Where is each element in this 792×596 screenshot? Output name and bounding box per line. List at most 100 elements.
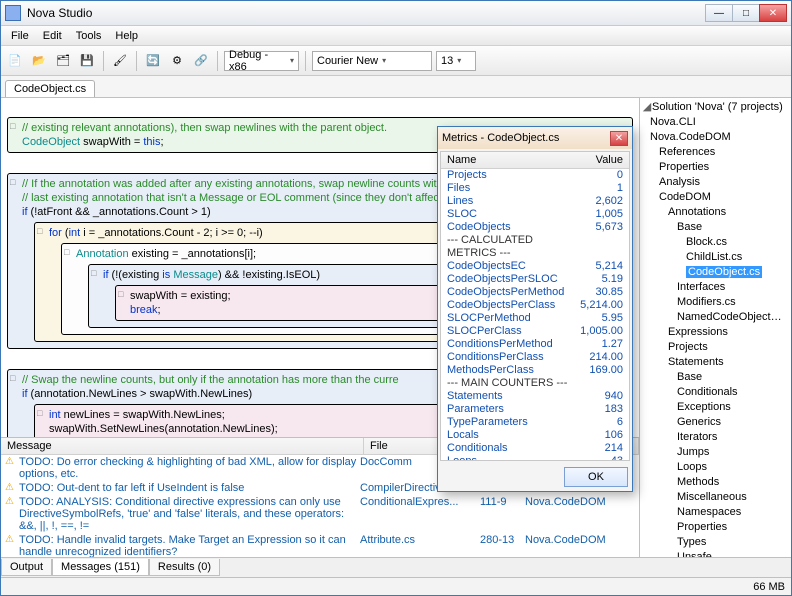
tree-item[interactable]: Properties	[642, 160, 789, 175]
tree-item[interactable]: References	[642, 145, 789, 160]
warning-icon: ⚠	[5, 496, 19, 507]
separator	[103, 51, 104, 71]
metric-row: SLOC1,005	[441, 208, 629, 221]
metric-row: --- CALCULATED METRICS ---	[441, 234, 629, 260]
metric-row: ConditionsPerClass214.00	[441, 351, 629, 364]
separator	[217, 51, 218, 71]
tab-output[interactable]: Output	[1, 559, 52, 576]
tree-item[interactable]: Block.cs	[642, 235, 789, 250]
gear-icon[interactable]: ⚙	[167, 51, 187, 71]
statusbar: 66 MB	[1, 577, 791, 595]
metric-row: Lines2,602	[441, 195, 629, 208]
metric-row: Parameters183	[441, 403, 629, 416]
close-button[interactable]: ✕	[759, 4, 787, 22]
folder-icon[interactable]: 🗂	[53, 51, 73, 71]
metric-row: MethodsPerClass169.00	[441, 364, 629, 377]
menu-edit[interactable]: Edit	[37, 28, 68, 44]
metric-row: SLOCPerClass1,005.00	[441, 325, 629, 338]
metric-row: Projects0	[441, 169, 629, 182]
metric-row: Statements940	[441, 390, 629, 403]
metric-row: Loops43	[441, 455, 629, 461]
message-row[interactable]: ⚠TODO: Handle invalid targets. Make Targ…	[1, 533, 639, 557]
tree-item[interactable]: Analysis	[642, 175, 789, 190]
metric-row: ConditionsPerMethod1.27	[441, 338, 629, 351]
new-icon[interactable]: 📄	[5, 51, 25, 71]
tree-item[interactable]: CodeDOM	[642, 190, 789, 205]
save-icon[interactable]: 💾	[77, 51, 97, 71]
metric-row: CodeObjectsPerClass5,214.00	[441, 299, 629, 312]
titlebar: Nova Studio — □ ✕	[1, 1, 791, 26]
tab-results[interactable]: Results (0)	[149, 559, 220, 576]
maximize-button[interactable]: □	[732, 4, 760, 22]
font-combo[interactable]: Courier New▾	[312, 51, 432, 71]
dialog-close-button[interactable]: ✕	[610, 131, 628, 146]
toolbar: 📄 📂 🗂 💾 🖌 🔄 ⚙ 🔗 Debug - x86▾ Courier New…	[1, 46, 791, 76]
tree-item[interactable]: Exceptions	[642, 400, 789, 415]
tab-messages[interactable]: Messages (151)	[52, 559, 149, 576]
menu-file[interactable]: File	[5, 28, 35, 44]
tree-item[interactable]: Jumps	[642, 445, 789, 460]
link-icon[interactable]: 🔗	[191, 51, 211, 71]
menu-help[interactable]: Help	[109, 28, 144, 44]
metric-row: --- MAIN COUNTERS ---	[441, 377, 629, 390]
refresh-icon[interactable]: 🔄	[143, 51, 163, 71]
metric-row: SLOCPerMethod5.95	[441, 312, 629, 325]
message-row[interactable]: ⚠TODO: ANALYSIS: Conditional directive e…	[1, 495, 639, 533]
fontsize-combo[interactable]: 13▾	[436, 51, 476, 71]
tree-item[interactable]: Expressions	[642, 325, 789, 340]
tree-item[interactable]: Loops	[642, 460, 789, 475]
tab-codeobject[interactable]: CodeObject.cs	[5, 80, 95, 97]
tree-item[interactable]: Annotations	[642, 205, 789, 220]
menubar: File Edit Tools Help	[1, 26, 791, 46]
metric-row: CodeObjects5,673	[441, 221, 629, 234]
ok-button[interactable]: OK	[564, 467, 628, 487]
tree-item[interactable]: Conditionals	[642, 385, 789, 400]
menu-tools[interactable]: Tools	[70, 28, 108, 44]
tree-item[interactable]: Projects	[642, 340, 789, 355]
tree-item[interactable]: Iterators	[642, 430, 789, 445]
tree-item[interactable]: Properties	[642, 520, 789, 535]
brush-icon[interactable]: 🖌	[110, 51, 130, 71]
minimize-button[interactable]: —	[705, 4, 733, 22]
tree-item[interactable]: Statements	[642, 355, 789, 370]
warning-icon: ⚠	[5, 534, 19, 545]
tree-item[interactable]: Methods	[642, 475, 789, 490]
warning-icon: ⚠	[5, 482, 19, 493]
solution-explorer[interactable]: ◢Solution 'Nova' (7 projects)Nova.CLINov…	[639, 98, 791, 557]
tree-item[interactable]: Nova.CodeDOM	[642, 130, 789, 145]
tree-item[interactable]: CodeObject.cs	[642, 265, 789, 280]
tree-item[interactable]: Base	[642, 370, 789, 385]
tree-item[interactable]: Types	[642, 535, 789, 550]
tree-item[interactable]: Modifiers.cs	[642, 295, 789, 310]
bottom-tabs: Output Messages (151) Results (0)	[1, 557, 791, 577]
tree-item[interactable]: Base	[642, 220, 789, 235]
metric-row: Conditionals214	[441, 442, 629, 455]
warning-icon: ⚠	[5, 456, 19, 467]
tree-item[interactable]: Generics	[642, 415, 789, 430]
tree-item[interactable]: Nova.CLI	[642, 115, 789, 130]
tree-item[interactable]: Namespaces	[642, 505, 789, 520]
metrics-grid: Name Value Projects0Files1Lines2,602SLOC…	[440, 151, 630, 461]
open-icon[interactable]: 📂	[29, 51, 49, 71]
tree-item[interactable]: Unsafe	[642, 550, 789, 557]
dialog-title: Metrics - CodeObject.cs	[442, 132, 610, 144]
tree-item[interactable]: ChildList.cs	[642, 250, 789, 265]
app-title: Nova Studio	[27, 6, 706, 20]
tree-item[interactable]: NamedCodeObjectDictionary.cs	[642, 310, 789, 325]
config-combo[interactable]: Debug - x86▾	[224, 51, 299, 71]
separator	[305, 51, 306, 71]
tree-item[interactable]: Interfaces	[642, 280, 789, 295]
metrics-dialog: Metrics - CodeObject.cs ✕ Name Value Pro…	[437, 126, 633, 492]
metric-row: CodeObjectsPerMethod30.85	[441, 286, 629, 299]
col-value[interactable]: Value	[575, 152, 629, 168]
dialog-titlebar[interactable]: Metrics - CodeObject.cs ✕	[438, 127, 632, 149]
metric-row: CodeObjectsPerSLOC5.19	[441, 273, 629, 286]
app-icon	[5, 5, 21, 21]
col-message[interactable]: Message	[1, 438, 364, 454]
separator	[136, 51, 137, 71]
tree-item[interactable]: Miscellaneous	[642, 490, 789, 505]
col-name[interactable]: Name	[441, 152, 575, 168]
document-tabs: CodeObject.cs	[1, 76, 791, 98]
metric-row: Locals106	[441, 429, 629, 442]
memory-status: 66 MB	[753, 581, 785, 593]
